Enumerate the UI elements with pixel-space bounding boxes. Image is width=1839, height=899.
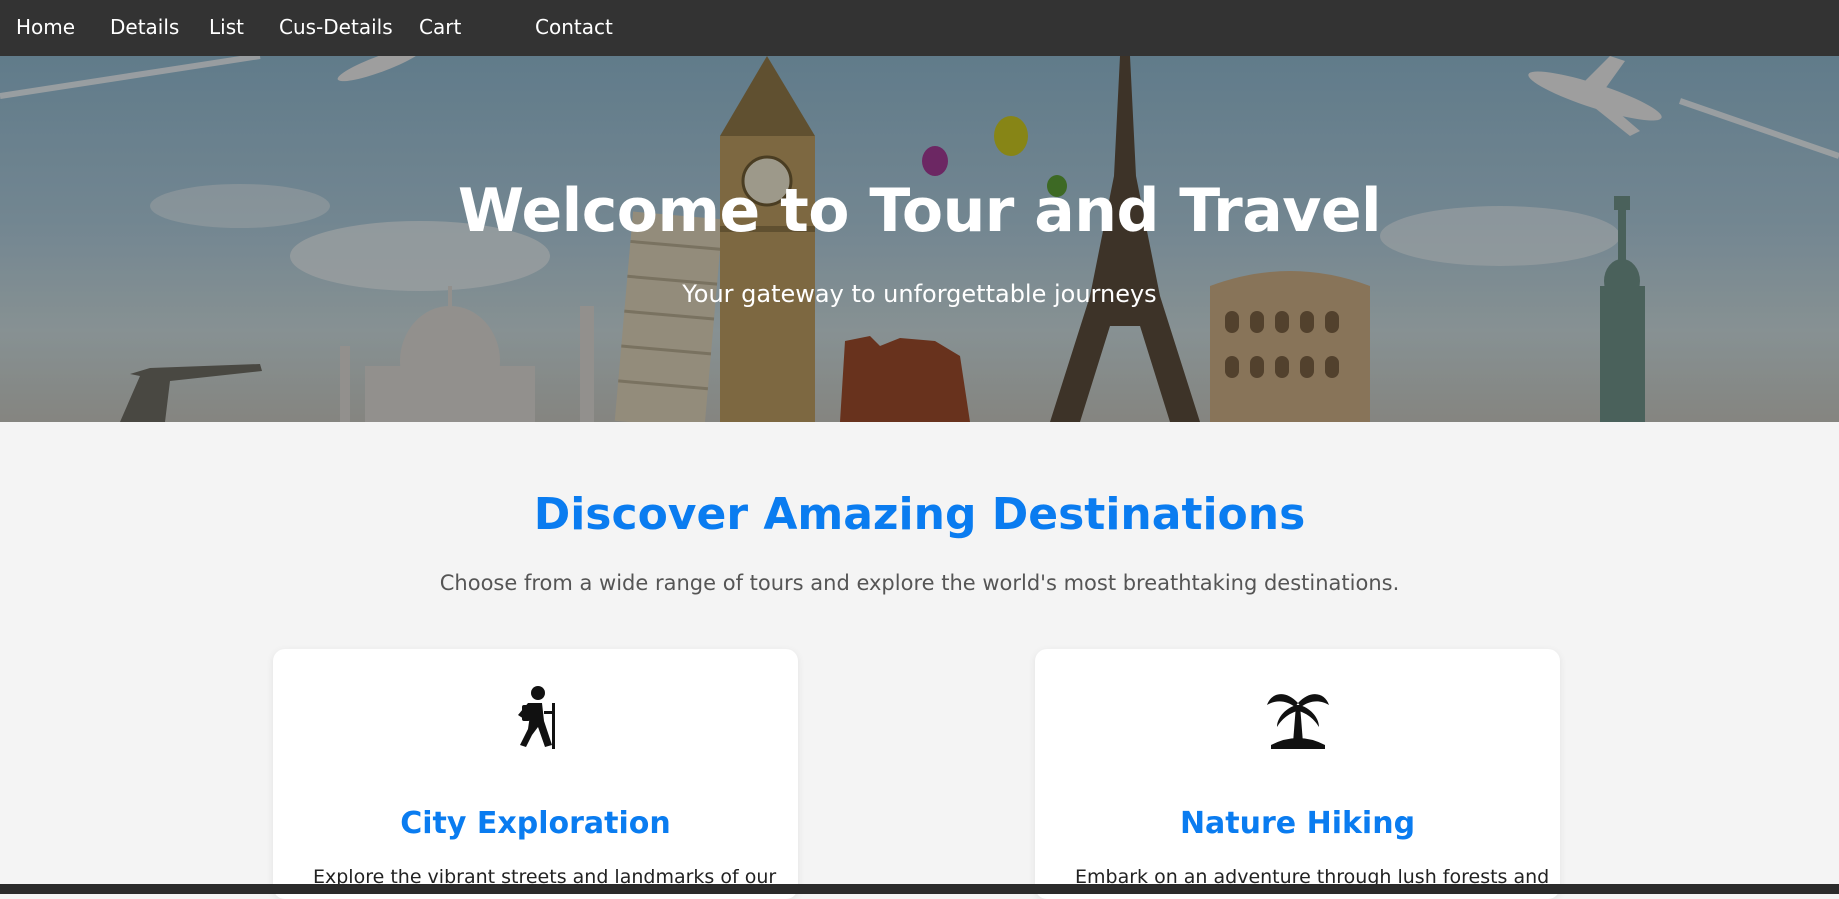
nav-link-cus-details[interactable]: Cus-Details xyxy=(279,15,393,39)
hero-title: Welcome to Tour and Travel xyxy=(457,176,1382,246)
card-title: Nature Hiking xyxy=(1179,806,1416,841)
window-bottom-edge xyxy=(0,884,1839,894)
nav-link-details[interactable]: Details xyxy=(110,15,179,39)
nav-link-cart[interactable]: Cart xyxy=(419,15,461,39)
hero-banner: Welcome to Tour and Travel Your gateway … xyxy=(0,56,1839,422)
top-navbar: Home Details List Cus-Details Cart Conta… xyxy=(0,0,1839,56)
nav-link-list[interactable]: List xyxy=(209,15,244,39)
nav-link-contact[interactable]: Contact xyxy=(535,15,613,39)
tour-card-nature-hiking[interactable]: Nature Hiking Embark on an adventure thr… xyxy=(1035,649,1560,899)
hiker-icon xyxy=(273,685,798,753)
section-description: Choose from a wide range of tours and ex… xyxy=(439,571,1400,595)
tour-card-city-exploration[interactable]: City Exploration Explore the vibrant str… xyxy=(273,649,798,899)
nav-link-home[interactable]: Home xyxy=(16,15,75,39)
section-title: Discover Amazing Destinations xyxy=(533,489,1306,540)
hero-subtitle: Your gateway to unforgettable journeys xyxy=(682,280,1157,308)
card-title: City Exploration xyxy=(400,806,671,841)
palm-tree-icon xyxy=(1035,685,1560,753)
